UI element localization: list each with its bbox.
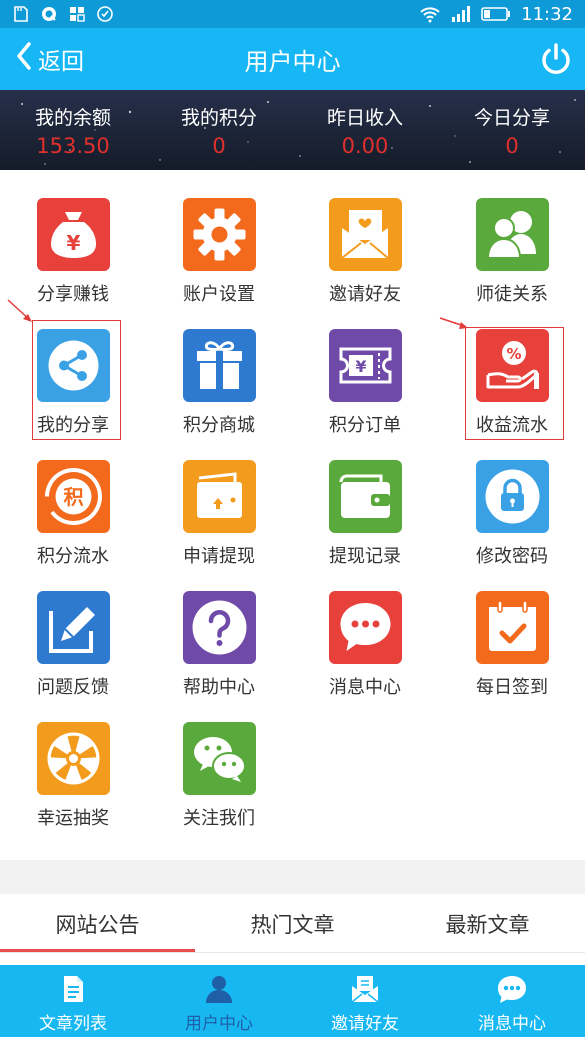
annotation-highlight-my-shares [32,320,121,440]
grid-item-daily-checkin[interactable]: 每日签到 [439,565,585,698]
stat-label: 今日分享 [473,106,550,129]
help-icon [183,591,256,664]
account-stats-banner: 我的余额 153.50 我的积分 0 昨日收入 0.00 今日分享 0 [0,90,585,170]
bottom-navigation: 文章列表 用户中心 邀请好友 消息中心 [0,965,585,1037]
section-divider [0,860,585,894]
app-header: 返回 用户中心 [0,28,585,90]
grid-item-label: 幸运抽奖 [37,808,109,829]
money-bag-icon: ¥ [37,198,110,271]
tab-hot-articles[interactable]: 热门文章 [195,894,390,953]
lock-icon [476,460,549,533]
grid-item-message-center[interactable]: 消息中心 [292,565,438,698]
grid-item-feedback[interactable]: 问题反馈 [0,565,146,698]
grid-item-apply-withdraw[interactable]: 申请提现 [146,434,292,567]
annotation-highlight-earnings-flow [465,327,564,440]
grid-item-label: 关注我们 [183,808,255,829]
battery-icon [481,6,511,22]
nav-user-center[interactable]: 用户中心 [146,965,292,1037]
stat-points[interactable]: 我的积分 0 [146,90,292,170]
sd-card-icon [12,5,30,23]
grid-item-withdraw-records[interactable]: 提现记录 [292,434,438,567]
nav-label: 邀请好友 [331,1014,399,1034]
status-bar: 11:32 [0,0,585,28]
stat-value: 0.00 [341,133,389,158]
tab-latest-articles[interactable]: 最新文章 [390,894,585,953]
grid-item-invite-friends[interactable]: 邀请好友 [292,172,438,305]
withdraw-card-icon [183,460,256,533]
svg-text:积: 积 [64,485,84,509]
page-title: 用户中心 [244,47,341,76]
nav-label: 用户中心 [185,1014,253,1034]
grid-item-points-orders[interactable]: ¥ 积分订单 [292,303,438,436]
active-tab-indicator [0,949,195,952]
grid-item-points-flow[interactable]: 积 积分流水 [0,434,146,567]
grid-item-account-settings[interactable]: 账户设置 [146,172,292,305]
invite-icon [351,976,379,1003]
grid-item-share-earn[interactable]: ¥ 分享赚钱 [0,172,146,305]
grid-item-points-mall[interactable]: 积分商城 [146,303,292,436]
svg-text:¥: ¥ [355,357,366,376]
annotation-arrow-icon [439,317,468,329]
grid-item-change-password[interactable]: 修改密码 [439,434,585,567]
nav-label: 消息中心 [478,1014,546,1034]
power-icon [542,43,570,74]
gift-icon [183,329,256,402]
document-icon [64,976,83,1002]
gear-icon [183,198,256,271]
grid-item-follow-us[interactable]: 关注我们 [146,696,292,829]
back-label: 返回 [38,49,84,75]
stat-label: 昨日收入 [326,106,403,129]
ticket-icon: ¥ [329,329,402,402]
stat-value: 153.50 [36,133,110,158]
chat-bubble-icon [329,591,402,664]
message-icon [498,976,526,1003]
grid-item-help-center[interactable]: 帮助中心 [146,565,292,698]
stat-balance[interactable]: 我的余额 153.50 [0,90,146,170]
nav-article-list[interactable]: 文章列表 [0,965,146,1037]
status-time: 11:32 [521,3,573,25]
stat-value: 0 [505,133,519,158]
nav-label: 文章列表 [39,1014,107,1034]
points-icon: 积 [37,460,110,533]
annotation-arrow-icon [7,299,32,322]
chevron-left-icon [16,42,32,76]
nav-invite-friends[interactable]: 邀请好友 [292,965,438,1037]
power-button[interactable] [539,42,573,76]
invite-envelope-icon [329,198,402,271]
stat-label: 我的余额 [34,106,111,129]
svg-text:¥: ¥ [67,231,81,255]
stat-value: 0 [212,133,226,158]
check-circle-icon [96,5,114,23]
back-button[interactable]: 返回 [16,28,84,90]
grid-item-mentor-relations[interactable]: 师徒关系 [439,172,585,305]
pencil-icon [37,591,110,664]
nav-message-center[interactable]: 消息中心 [439,965,585,1037]
stat-yesterday-income[interactable]: 昨日收入 0.00 [292,90,438,170]
stat-label: 我的积分 [180,106,257,129]
grid-item-label: 消息中心 [329,677,401,698]
app-grid-icon [68,5,86,23]
app-notification-icon [40,5,58,23]
signal-icon [451,5,471,23]
wallet-icon [329,460,402,533]
user-icon [206,976,232,1003]
wechat-icon [183,722,256,795]
tab-site-announcements[interactable]: 网站公告 [0,894,195,953]
feature-grid: ¥ 分享赚钱 账户设置 邀请好友 师徒关系 我的分享 积分商城 ¥ 积分订单 %… [0,172,585,860]
wheel-icon [37,722,110,795]
wifi-icon [419,5,441,23]
users-icon [476,198,549,271]
stat-today-shares[interactable]: 今日分享 0 [439,90,585,170]
grid-item-label: 每日签到 [476,677,548,698]
grid-item-lucky-draw[interactable]: 幸运抽奖 [0,696,146,829]
article-tabs: 网站公告 热门文章 最新文章 [0,894,585,953]
calendar-check-icon [476,591,549,664]
